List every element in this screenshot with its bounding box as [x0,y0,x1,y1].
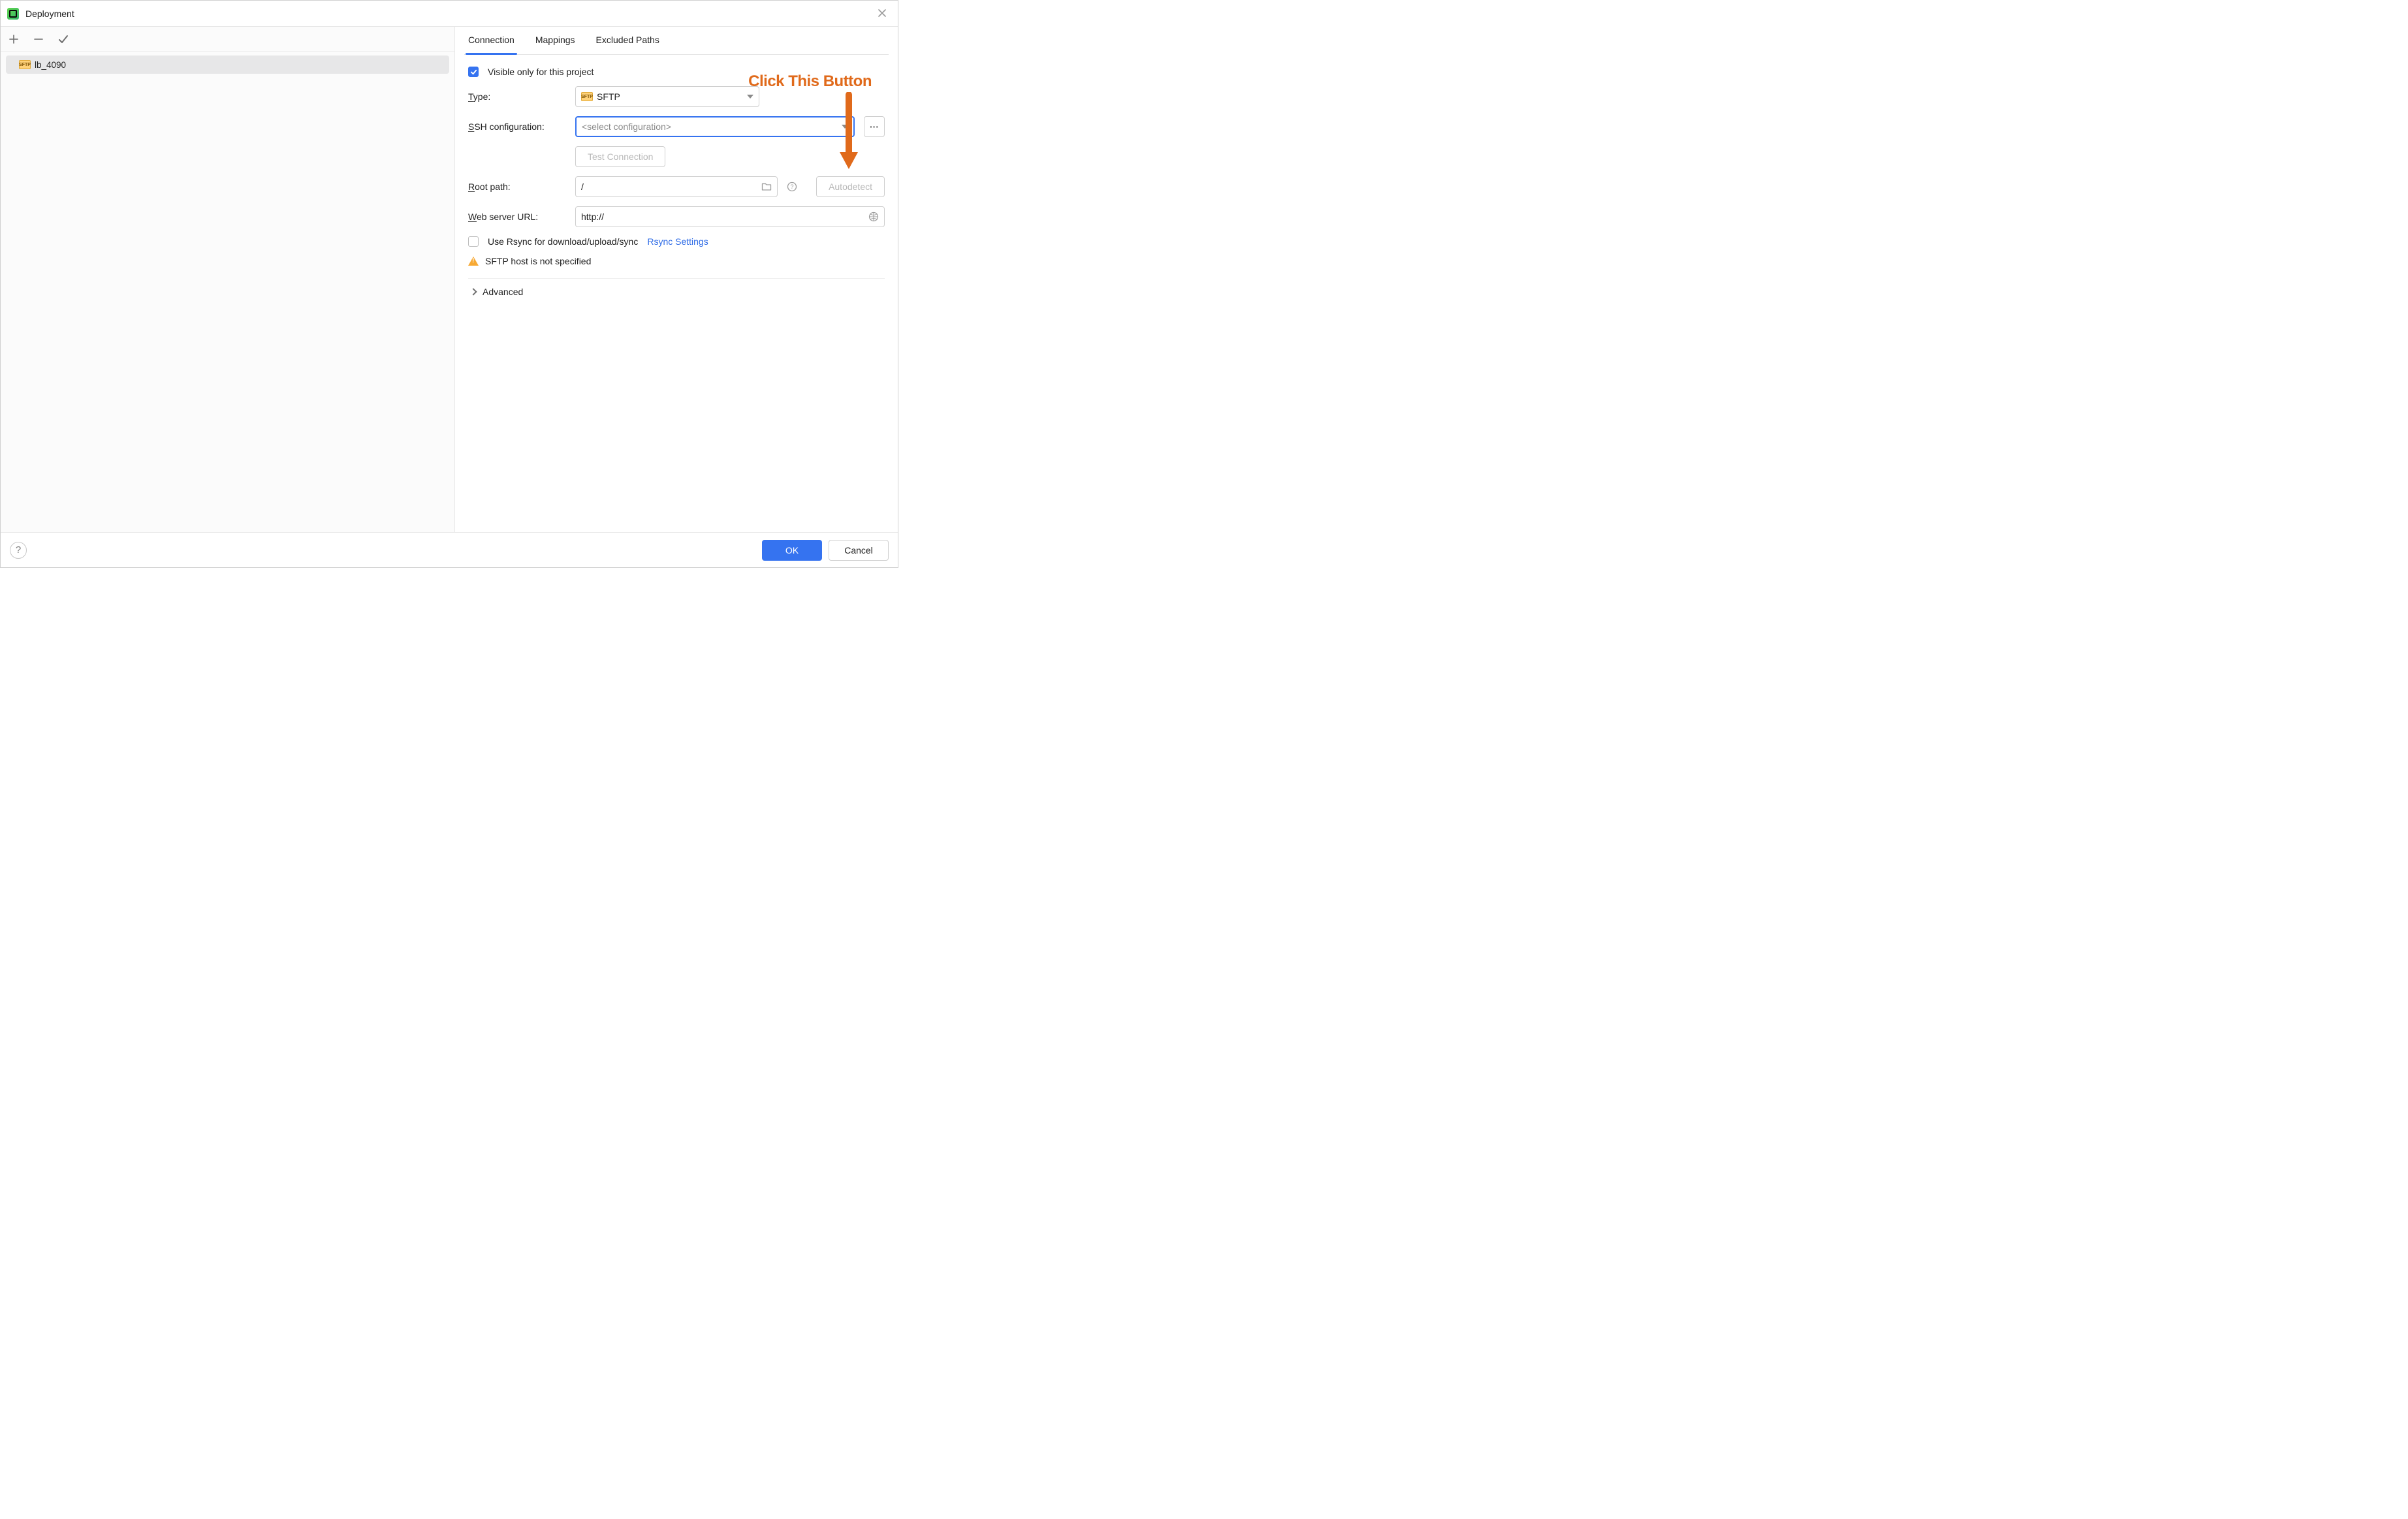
globe-icon [868,211,879,222]
test-connection-row: Test Connection [575,146,885,167]
tab-mappings[interactable]: Mappings [534,35,577,54]
tab-connection[interactable]: Connection [467,35,516,54]
warning-row: SFTP host is not specified [468,256,885,266]
warning-icon [468,257,479,266]
ssh-config-select[interactable]: <select configuration> [575,116,855,137]
pycharm-icon [7,8,19,20]
advanced-section-toggle[interactable]: Advanced [468,278,885,297]
set-default-button[interactable] [57,33,70,46]
type-value: SFTP [597,91,620,102]
server-toolbar [1,27,454,52]
visible-only-label: Visible only for this project [488,67,594,77]
server-list-panel: SFTP lb_4090 [1,27,455,532]
rsync-row: Use Rsync for download/upload/sync Rsync… [468,236,885,247]
web-url-value: http:// [581,211,604,222]
connection-form: Visible only for this project Type: SFTP… [464,55,889,297]
help-button[interactable]: ? [10,542,27,559]
web-url-label: Web server URL: [468,211,566,222]
ellipsis-icon: ··· [870,121,879,132]
chevron-down-icon [747,95,753,99]
web-url-row: Web server URL: http:// [468,206,885,227]
visible-only-checkbox[interactable] [468,67,479,77]
web-url-input[interactable]: http:// [575,206,885,227]
advanced-label: Advanced [483,287,523,297]
chevron-right-icon [469,288,477,295]
server-row[interactable]: SFTP lb_4090 [6,55,449,74]
root-path-input[interactable]: / [575,176,778,197]
rsync-checkbox[interactable] [468,236,479,247]
chevron-down-icon [842,125,848,129]
sftp-icon: SFTP [581,92,593,101]
add-server-button[interactable] [7,33,20,46]
dialog-title: Deployment [25,8,74,19]
server-name: lb_4090 [35,60,66,70]
deployment-dialog: Deployment SFTP lb_4090 [0,0,898,568]
rsync-settings-link[interactable]: Rsync Settings [647,236,708,247]
type-select[interactable]: SFTP SFTP [575,86,759,107]
autodetect-button[interactable]: Autodetect [816,176,885,197]
type-label: Type: [468,91,566,102]
help-icon[interactable]: ? [787,181,797,192]
server-list[interactable]: SFTP lb_4090 [1,52,454,532]
ssh-config-label: SSH configuration: [468,121,566,132]
ssh-config-row: SSH configuration: <select configuration… [468,116,885,137]
ok-button[interactable]: OK [762,540,822,561]
sftp-icon: SFTP [19,60,31,69]
type-row: Type: SFTP SFTP [468,86,885,107]
dialog-body: SFTP lb_4090 Connection Mappings Exclude… [1,27,898,532]
ssh-config-placeholder: <select configuration> [582,121,671,132]
tabs: Connection Mappings Excluded Paths [464,27,889,55]
root-path-value: / [581,181,584,192]
test-connection-button[interactable]: Test Connection [575,146,665,167]
server-config-panel: Connection Mappings Excluded Paths Click… [455,27,898,532]
dialog-footer: ? OK Cancel [1,532,898,567]
close-icon[interactable] [873,4,891,23]
visible-only-row: Visible only for this project [468,67,885,77]
remove-server-button[interactable] [32,33,45,46]
rsync-label: Use Rsync for download/upload/sync [488,236,638,247]
svg-text:?: ? [790,183,793,190]
folder-icon [761,181,772,192]
warning-text: SFTP host is not specified [485,256,591,266]
root-path-label: Root path: [468,181,566,192]
cancel-button[interactable]: Cancel [829,540,889,561]
root-path-row: Root path: / ? Autodetect [468,176,885,197]
title-bar: Deployment [1,1,898,27]
ssh-config-browse-button[interactable]: ··· [864,116,885,137]
tab-excluded-paths[interactable]: Excluded Paths [595,35,661,54]
